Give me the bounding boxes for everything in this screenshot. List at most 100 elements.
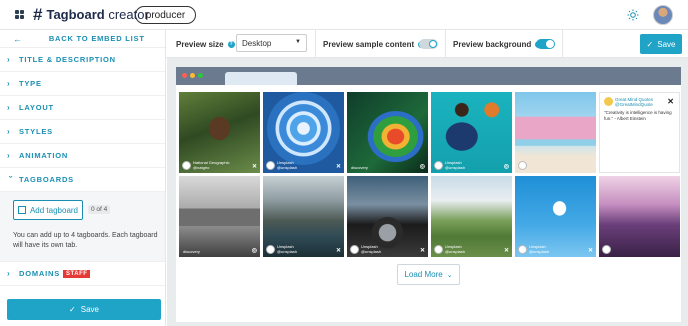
preview-background-toggle[interactable]	[536, 39, 555, 49]
sample-content-toggle[interactable]	[419, 39, 438, 49]
sidebar-item-domains[interactable]: › DOMAINS STAFF	[0, 262, 165, 286]
source-avatar	[602, 245, 611, 254]
maximize-dot-icon	[198, 73, 203, 78]
twitter-x-icon: ✕	[419, 248, 425, 254]
source-avatar	[266, 161, 275, 170]
chevron-right-icon: ›	[7, 55, 11, 64]
app-logo[interactable]: # Tagboard creator	[33, 6, 149, 23]
sample-content-label: Preview sample content?	[323, 40, 426, 49]
tagboard-count-badge: 0 of 4	[88, 205, 111, 214]
check-icon: ✓	[646, 39, 654, 49]
toolbar-save-button[interactable]: ✓ Save	[640, 34, 682, 54]
save-label: Save	[657, 39, 676, 49]
load-more-button[interactable]: Load More ⌄	[397, 264, 460, 285]
sidebar-item-label: ANIMATION	[19, 151, 69, 160]
project-selector[interactable]: producer	[135, 6, 196, 24]
post-tile-snowboarder[interactable]: Unsplash @unsplash ✕	[515, 176, 596, 257]
twitter-x-icon: ✕	[335, 164, 341, 170]
back-to-embed-list-link[interactable]: ← BACK TO EMBED LIST	[0, 30, 165, 48]
minimize-dot-icon	[190, 73, 195, 78]
tagboards-panel: Add tagboard 0 of 4 You can add up to 4 …	[0, 192, 165, 262]
toggle-knob	[546, 40, 554, 48]
post-tile-blue-arches[interactable]: Unsplash @unsplash ✕	[263, 92, 344, 173]
apps-grid-icon[interactable]	[15, 10, 24, 19]
window-controls	[182, 73, 203, 78]
preview-size-select[interactable]: Desktop ▼	[236, 34, 307, 52]
source-name: National Geographic @natgeo	[193, 160, 230, 170]
chevron-down-icon: ⌄	[446, 271, 453, 279]
sidebar-item-tagboards[interactable]: › TAGBOARDS	[0, 168, 165, 192]
twitter-x-icon: ✕	[251, 164, 257, 170]
add-tagboard-label: Add tagboard	[29, 205, 79, 215]
post-tile-orangutan[interactable]: National Geographic @natgeo ✕	[179, 92, 260, 173]
preview-size-label: Preview size?	[176, 40, 235, 49]
source-name: discovery	[351, 165, 368, 170]
preview-area: National Geographic @natgeo ✕ Unsplash @un…	[167, 58, 688, 326]
post-grid: National Geographic @natgeo ✕ Unsplash @un…	[179, 92, 680, 257]
source-avatar	[434, 245, 443, 254]
sidebar-save-button[interactable]: ✓ Save	[7, 299, 161, 320]
post-tile-parrot[interactable]: discovery ◎	[347, 92, 428, 173]
browser-tab	[225, 72, 297, 85]
post-tile-purple-mountains[interactable]	[599, 176, 680, 257]
caret-down-icon: ▼	[295, 39, 301, 45]
sidebar-item-label: TAGBOARDS	[19, 175, 74, 184]
post-text: "Creativity is intelligence is having fu…	[604, 110, 672, 121]
settings-sidebar: ← BACK TO EMBED LIST › TITLE & DESCRIPTIO…	[0, 30, 166, 326]
add-tagboard-button[interactable]: Add tagboard	[13, 200, 83, 220]
source-avatar	[434, 161, 443, 170]
post-tile-basketball[interactable]: Unsplash @unsplash ◎	[431, 92, 512, 173]
toolbar-divider	[445, 30, 446, 58]
chevron-right-icon: ›	[7, 269, 11, 278]
preview-background-label: Preview background?	[453, 40, 543, 49]
chevron-right-icon: ›	[7, 127, 11, 136]
arrow-left-icon: ←	[13, 33, 23, 44]
sidebar-item-label: DOMAINS	[19, 269, 61, 278]
sidebar-item-type[interactable]: › TYPE	[0, 72, 165, 96]
source-avatar	[518, 245, 527, 254]
sidebar-item-label: TITLE & DESCRIPTION	[19, 55, 116, 64]
author-name: Great Mind Quotes @GreatMindQuote	[615, 97, 654, 107]
close-dot-icon	[182, 73, 187, 78]
source-name: Unsplash @unsplash	[445, 160, 466, 170]
instagram-icon: ◎	[419, 164, 425, 170]
preview-toolbar: Preview size? Desktop ▼ Preview sample c…	[166, 30, 688, 58]
user-avatar[interactable]	[653, 5, 673, 25]
post-tile-pyramid[interactable]: discovery ◎	[179, 176, 260, 257]
tagboards-help-text: You can add up to 4 tagboards. Each tagb…	[13, 232, 158, 249]
post-tile-mountain-lake[interactable]: Unsplash @unsplash ✕	[263, 176, 344, 257]
post-tile-valley[interactable]: Unsplash @unsplash ✕	[431, 176, 512, 257]
help-icon[interactable]: ?	[227, 41, 235, 49]
sidebar-item-label: LAYOUT	[19, 103, 54, 112]
back-label: BACK TO EMBED LIST	[48, 34, 145, 43]
post-tile-lifeguard-tower[interactable]	[515, 92, 596, 173]
browser-chrome	[176, 67, 681, 85]
twitter-x-icon: ✕	[587, 248, 593, 254]
toggle-knob	[429, 40, 437, 48]
tagboard-icon	[17, 206, 26, 214]
sidebar-item-label: TYPE	[19, 79, 42, 88]
sidebar-item-title-description[interactable]: › TITLE & DESCRIPTION	[0, 48, 165, 72]
source-avatar	[182, 161, 191, 170]
sidebar-item-layout[interactable]: › LAYOUT	[0, 96, 165, 120]
twitter-x-icon: ✕	[667, 97, 674, 106]
source-name: Unsplash @unsplash	[277, 244, 298, 254]
browser-frame: National Geographic @natgeo ✕ Unsplash @un…	[176, 67, 681, 322]
save-label: Save	[80, 305, 99, 314]
check-icon: ✓	[69, 305, 76, 314]
post-tile-car[interactable]: Unsplash @unsplash ✕	[347, 176, 428, 257]
chevron-down-icon: ›	[6, 175, 16, 179]
author-avatar	[604, 97, 613, 106]
source-name: Unsplash @unsplash	[529, 244, 550, 254]
source-name: discovery	[183, 249, 200, 254]
sidebar-item-styles[interactable]: › STYLES	[0, 120, 165, 144]
load-more-label: Load More	[404, 270, 443, 279]
sidebar-item-animation[interactable]: › ANIMATION	[0, 144, 165, 168]
source-name: Unsplash @unsplash	[445, 244, 466, 254]
instagram-icon: ◎	[251, 248, 257, 254]
post-tile-quote[interactable]: Great Mind Quotes @GreatMindQuote ✕ "Crea…	[599, 92, 680, 173]
preview-size-value: Desktop	[242, 38, 272, 48]
chevron-right-icon: ›	[7, 79, 11, 88]
theme-toggle-icon[interactable]	[627, 9, 639, 21]
source-avatar	[518, 161, 527, 170]
